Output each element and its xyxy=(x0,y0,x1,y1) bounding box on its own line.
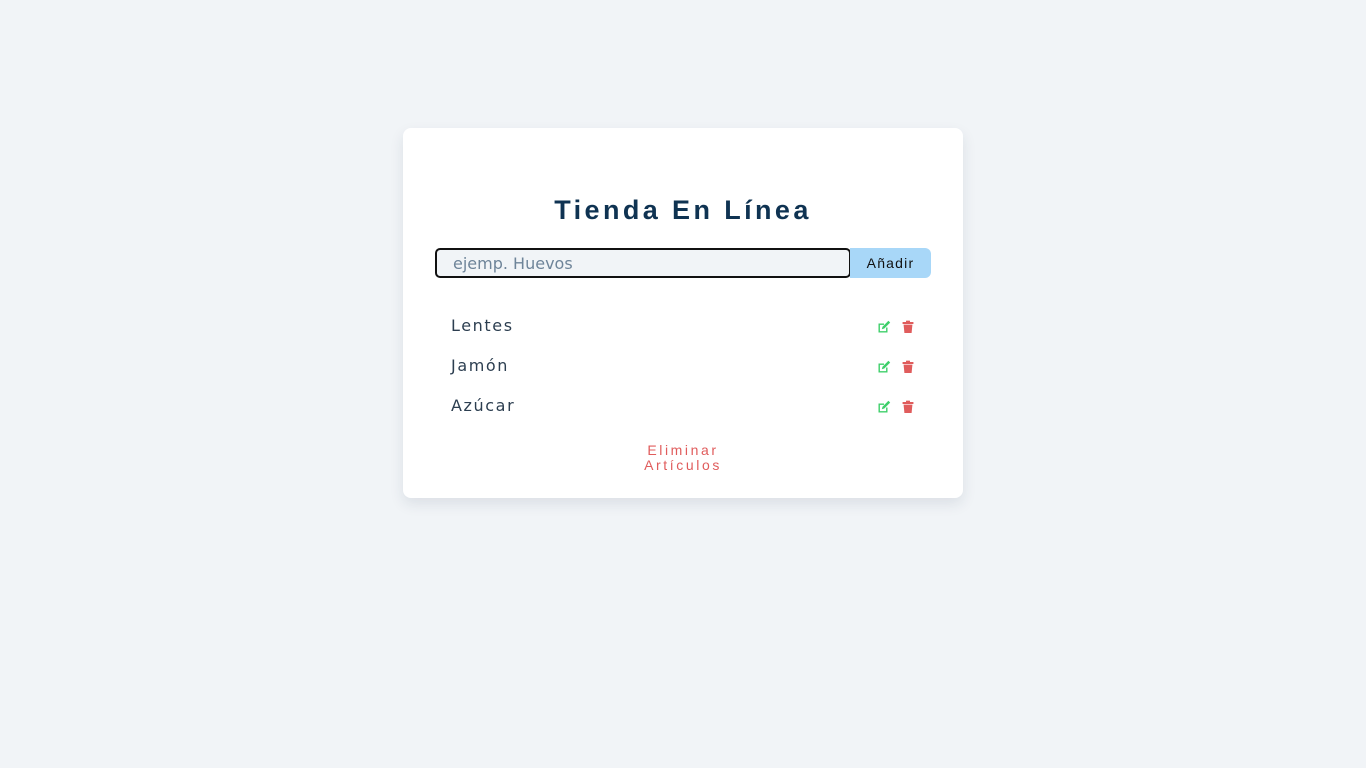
list-item: Azúcar xyxy=(451,386,915,426)
edit-icon xyxy=(878,320,891,333)
item-name: Azúcar xyxy=(451,396,516,415)
trash-icon xyxy=(902,320,914,333)
page-title: Tienda En Línea xyxy=(554,195,812,225)
edit-icon xyxy=(878,400,891,413)
item-name: Jamón xyxy=(451,356,510,375)
list-item: Lentes xyxy=(451,306,915,346)
item-actions xyxy=(877,400,915,414)
delete-button[interactable] xyxy=(901,360,915,374)
edit-button[interactable] xyxy=(877,320,891,334)
edit-button[interactable] xyxy=(877,400,891,414)
item-name: Lentes xyxy=(451,316,514,335)
add-item-form: Añadir xyxy=(435,248,931,278)
edit-icon xyxy=(878,360,891,373)
item-actions xyxy=(877,360,915,374)
item-input[interactable] xyxy=(435,248,851,278)
clear-items-button[interactable]: Eliminar Artículos xyxy=(633,443,733,473)
item-actions xyxy=(877,320,915,334)
list-item: Jamón xyxy=(451,346,915,386)
item-list: Lentes Jamón Azúcar xyxy=(451,306,915,426)
trash-icon xyxy=(902,360,914,373)
edit-button[interactable] xyxy=(877,360,891,374)
delete-button[interactable] xyxy=(901,400,915,414)
trash-icon xyxy=(902,400,914,413)
shopping-card: Tienda En Línea Añadir Lentes xyxy=(403,128,963,498)
delete-button[interactable] xyxy=(901,320,915,334)
add-button[interactable]: Añadir xyxy=(850,248,931,278)
